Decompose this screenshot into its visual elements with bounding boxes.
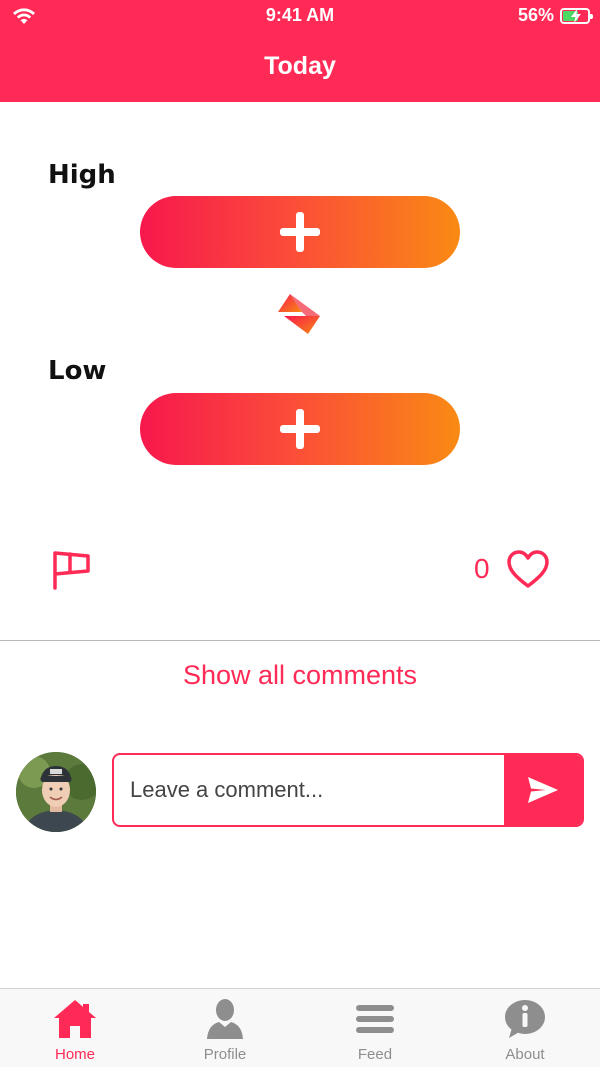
plus-icon — [280, 409, 320, 449]
like-count: 0 — [474, 553, 490, 584]
battery-tip — [590, 13, 593, 19]
tab-profile[interactable]: Profile — [150, 989, 300, 1067]
status-time: 9:41 AM — [265, 5, 335, 25]
add-low-button[interactable] — [140, 393, 460, 465]
tab-label: Profile — [203, 1046, 247, 1063]
low-label: Low — [48, 356, 107, 386]
tab-about[interactable]: About — [450, 989, 600, 1067]
add-high-button[interactable] — [140, 196, 460, 268]
show-all-comments-link[interactable]: Show all comments — [0, 660, 600, 691]
heart-icon[interactable] — [506, 549, 550, 589]
divider — [0, 640, 600, 641]
send-icon — [528, 777, 558, 803]
status-right: 56% — [517, 5, 593, 26]
high-label: High — [48, 160, 116, 190]
swap-icon[interactable] — [276, 292, 324, 340]
avatar — [16, 752, 96, 832]
tab-label: Feed — [357, 1046, 393, 1063]
person-icon — [207, 999, 243, 1039]
tab-label: About — [505, 1046, 545, 1063]
charging-bolt-icon — [571, 8, 581, 23]
comment-composer — [112, 753, 584, 827]
battery-icon — [560, 7, 593, 24]
tab-feed[interactable]: Feed — [300, 989, 450, 1067]
header: 9:41 AM 56% Today — [0, 0, 600, 102]
info-bubble-icon — [505, 1000, 545, 1038]
tab-bar: Home Profile Feed About — [0, 988, 600, 1067]
status-bar: 9:41 AM 56% — [0, 0, 600, 32]
home-icon — [54, 1000, 96, 1038]
avatar-image — [16, 752, 96, 832]
page-title: Today — [264, 52, 336, 80]
flag-icon[interactable] — [50, 548, 94, 592]
menu-icon — [356, 1005, 394, 1033]
send-button[interactable] — [504, 755, 582, 825]
battery-percent: 56% — [517, 5, 554, 25]
tab-label: Home — [54, 1046, 95, 1063]
tab-home[interactable]: Home — [0, 989, 150, 1067]
comment-input[interactable] — [114, 755, 506, 825]
plus-icon — [280, 212, 320, 252]
